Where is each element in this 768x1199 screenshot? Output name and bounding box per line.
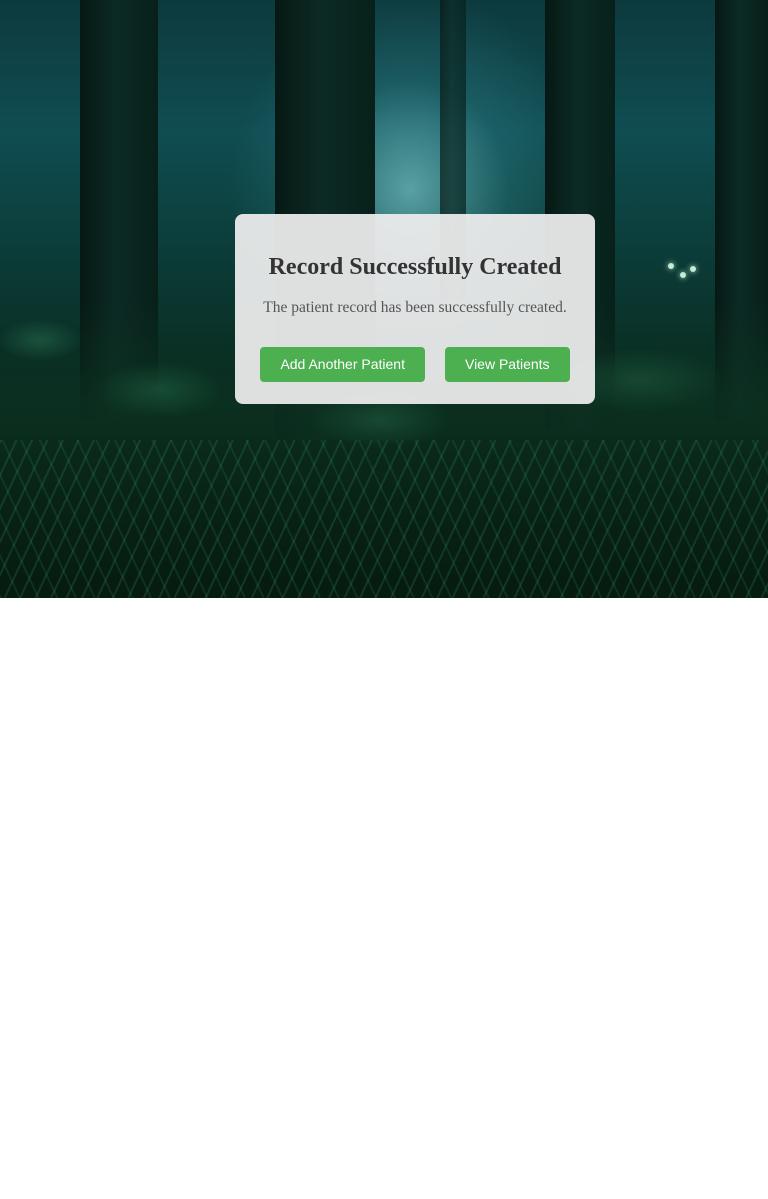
dialog-title: Record Successfully Created xyxy=(268,254,562,280)
view-patients-button[interactable]: View Patients xyxy=(444,347,570,382)
add-another-patient-button[interactable]: Add Another Patient xyxy=(260,347,425,382)
glow-light xyxy=(668,263,674,269)
dialog-button-row: Add Another Patient View Patients xyxy=(235,347,595,382)
dialog-message: The patient record has been successfully… xyxy=(263,299,567,316)
fern-foreground xyxy=(0,440,768,598)
glow-light xyxy=(690,266,696,272)
glow-light xyxy=(680,272,686,278)
success-dialog: Record Successfully Created The patient … xyxy=(235,214,595,404)
